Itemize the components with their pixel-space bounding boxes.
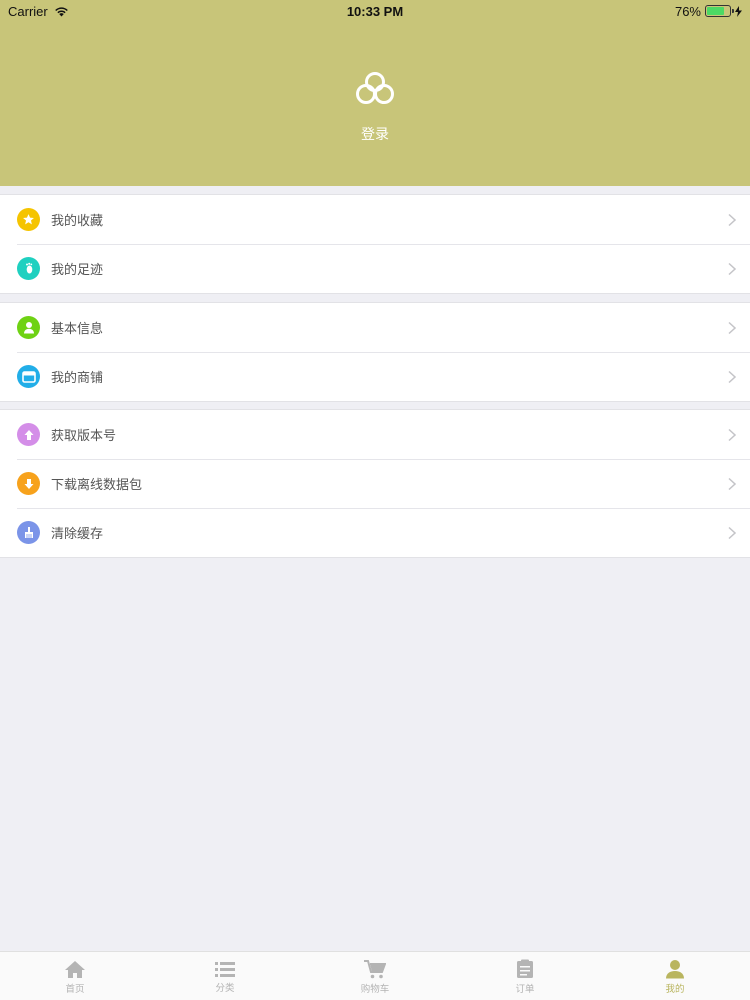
star-icon [17,208,40,231]
broom-icon [17,521,40,544]
list-icon [215,961,235,977]
menu-label: 获取版本号 [51,429,117,444]
charging-bolt-icon [735,5,742,17]
carrier-label: Carrier [8,3,48,19]
menu-group-3: 获取版本号 下载离线数据包 清除缓存 [0,409,750,558]
menu-group-1: 我的收藏 我的足迹 [0,194,750,294]
upload-icon [17,423,40,446]
chevron-right-icon [728,526,736,539]
login-area[interactable]: 登录 [0,70,750,144]
chevron-right-icon [728,370,736,383]
menu-item-my-store[interactable]: 我的商铺 [0,352,750,401]
chevron-right-icon [728,213,736,226]
menu-label: 我的收藏 [51,214,104,229]
tab-orders[interactable]: 订单 [450,952,600,1000]
tab-label: 购物车 [360,983,390,995]
menu-item-footprints[interactable]: 我的足迹 [0,244,750,293]
tab-home[interactable]: 首页 [0,952,150,1000]
download-icon [17,472,40,495]
status-bar: Carrier 10:33 PM 76% [0,0,750,22]
tab-mine[interactable]: 我的 [600,952,750,1000]
menu-item-download-offline[interactable]: 下载离线数据包 [0,459,750,508]
clipboard-icon [517,959,533,978]
user-icon [17,316,40,339]
chevron-right-icon [728,428,736,441]
login-label[interactable]: 登录 [361,124,389,144]
status-time: 10:33 PM [346,3,404,19]
menu-group-2: 基本信息 我的商铺 [0,302,750,402]
tab-category[interactable]: 分类 [150,952,300,1000]
home-icon [65,960,85,978]
menu-item-clear-cache[interactable]: 清除缓存 [0,508,750,557]
tab-label: 分类 [215,982,235,994]
wifi-icon [54,6,68,16]
person-icon [666,960,684,979]
status-left: Carrier [8,4,208,19]
menu-label: 我的商铺 [51,371,104,386]
tab-cart[interactable]: 购物车 [300,952,450,1000]
store-icon [17,365,40,388]
three-rings-icon[interactable] [355,70,395,106]
menu-label: 基本信息 [51,322,104,337]
menu-label: 清除缓存 [51,527,104,542]
menu-label: 下载离线数据包 [51,478,143,493]
footprint-icon [17,257,40,280]
battery-percent: 76% [674,3,701,19]
tab-label: 首页 [65,983,85,995]
menu-label: 我的足迹 [51,263,104,278]
tab-bar: 首页 分类 购物车 订单 我的 [0,951,750,1000]
menu-item-basic-info[interactable]: 基本信息 [0,303,750,352]
chevron-right-icon [728,262,736,275]
tab-label: 我的 [665,984,685,995]
battery-icon [705,5,734,17]
menu-item-get-version[interactable]: 获取版本号 [0,410,750,459]
cart-icon [364,959,386,978]
status-right: 76% [542,4,742,19]
menu-item-favorites[interactable]: 我的收藏 [0,195,750,244]
chevron-right-icon [728,477,736,490]
chevron-right-icon [728,321,736,334]
tab-label: 订单 [515,984,535,995]
